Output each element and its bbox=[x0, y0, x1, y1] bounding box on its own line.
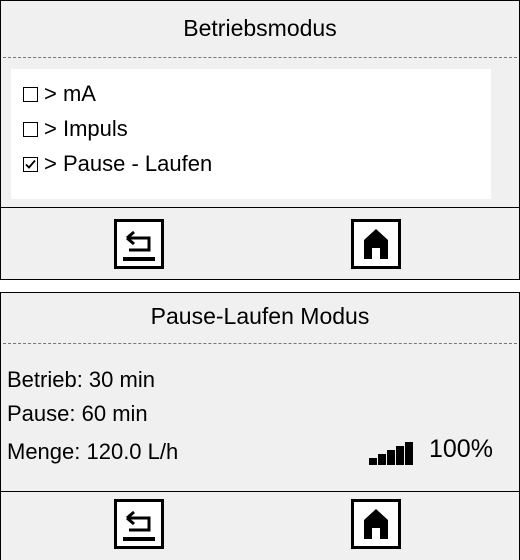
option-label: > mA bbox=[44, 81, 96, 106]
checkbox-checked-icon[interactable] bbox=[23, 156, 38, 172]
option-label: > Impuls bbox=[44, 116, 128, 141]
home-button[interactable] bbox=[351, 219, 401, 269]
option-ma[interactable]: > mA bbox=[23, 81, 96, 107]
home-button[interactable] bbox=[351, 499, 401, 549]
home-icon bbox=[364, 229, 388, 259]
back-button[interactable] bbox=[114, 499, 164, 549]
signal-level-icon bbox=[369, 442, 413, 465]
back-button[interactable] bbox=[114, 219, 164, 269]
mode-title: Betriebsmodus bbox=[183, 15, 337, 41]
pause-panel: Pause-Laufen Modus Betrieb: 30 min Pause… bbox=[0, 292, 520, 560]
pause-text: Pause: 60 min bbox=[7, 401, 148, 426]
footer-divider bbox=[1, 207, 519, 208]
menge-text: Menge: 120.0 L/h bbox=[7, 439, 179, 464]
option-pause-laufen[interactable]: > Pause - Laufen bbox=[23, 151, 212, 177]
level-percent: 100% bbox=[429, 435, 493, 463]
home-icon bbox=[364, 509, 388, 539]
pause-title: Pause-Laufen Modus bbox=[150, 303, 370, 329]
betrieb-text: Betrieb: 30 min bbox=[7, 367, 155, 392]
option-label: > Pause - Laufen bbox=[44, 151, 213, 176]
back-arrow-icon bbox=[123, 510, 155, 541]
footer-divider bbox=[1, 491, 519, 492]
title-divider bbox=[3, 57, 517, 58]
checkbox-unchecked-icon[interactable] bbox=[23, 86, 38, 102]
back-arrow-icon bbox=[123, 230, 155, 261]
option-impuls[interactable]: > Impuls bbox=[23, 116, 128, 142]
checkbox-unchecked-icon[interactable] bbox=[23, 121, 38, 137]
mode-panel: Betriebsmodus > mA > Impuls > Pause - La… bbox=[0, 0, 520, 280]
title-divider bbox=[3, 343, 517, 344]
